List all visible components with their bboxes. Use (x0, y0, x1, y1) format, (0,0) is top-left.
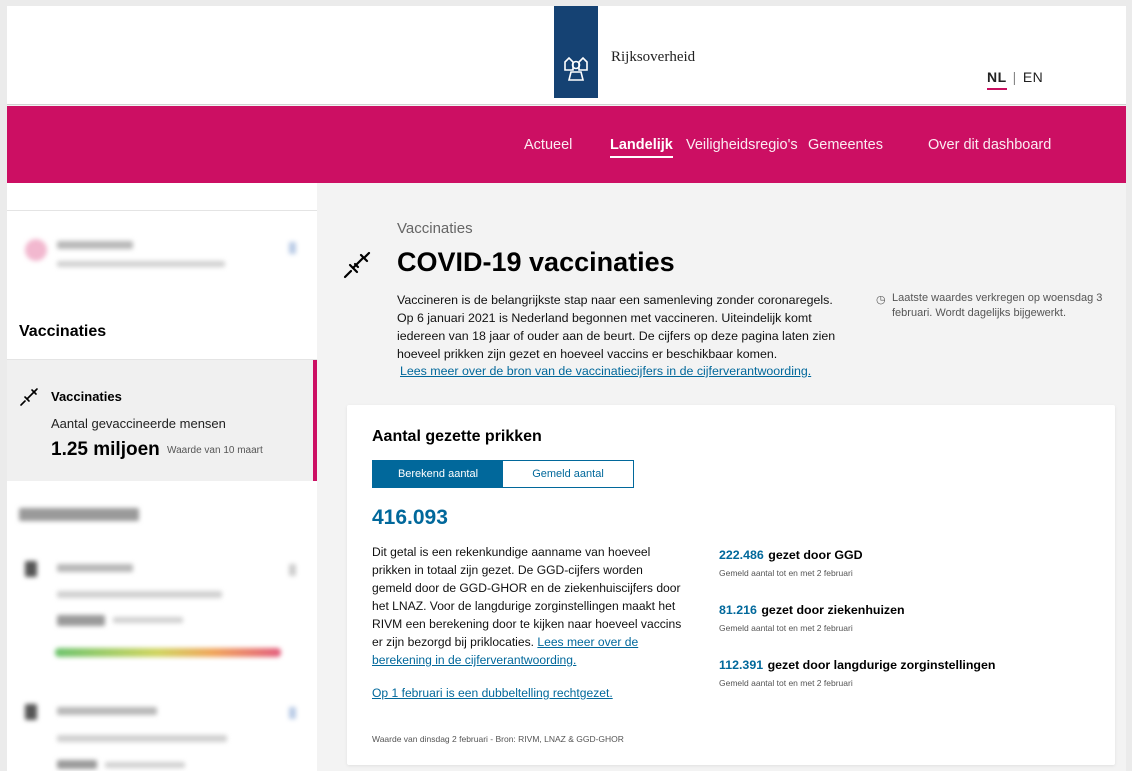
chevron-right-icon (289, 707, 296, 719)
placeholder-icon (25, 561, 37, 577)
nav-over-dashboard[interactable]: Over dit dashboard (928, 137, 1051, 153)
stat-hospitals: 81.216 gezet door ziekenhuizen Gemeld aa… (719, 601, 905, 633)
placeholder-heading (19, 508, 139, 521)
sidebar-item-vaccinaties[interactable]: Vaccinaties Aantal gevaccineerde mensen … (7, 360, 317, 481)
chevron-right-icon (289, 564, 296, 576)
tab-reported[interactable]: Gemeld aantal (503, 461, 633, 487)
source-note: Waarde van dinsdag 2 februari - Bron: RI… (372, 734, 624, 744)
stat-value: 222.486 (719, 548, 764, 562)
sidebar-item-subtitle: Aantal gevaccineerde mensen (51, 416, 226, 431)
placeholder-bar (57, 707, 157, 715)
stat-sub: Gemeld aantal tot en met 2 februari (719, 568, 853, 578)
chevron-right-icon (289, 242, 296, 254)
last-updated-text: Laatste waardes verkregen op woensdag 3 … (892, 292, 1103, 319)
clock-icon: ◷ (876, 294, 886, 306)
nav-veiligheidsregios[interactable]: Veiligheidsregio's (686, 137, 798, 153)
sidebar: Vaccinaties Vaccinaties Aantal gevaccine… (7, 183, 317, 771)
placeholder-icon (25, 704, 37, 720)
stat-label: gezet door ziekenhuizen (761, 603, 905, 617)
stat-sub: Gemeld aantal tot en met 2 februari (719, 678, 853, 688)
card-description: Dit getal is een rekenkundige aanname va… (372, 543, 682, 669)
dashboard-frame: Rijksoverheid NL | EN Actueel Landelijk Ve… (7, 6, 1126, 771)
syringe-icon (343, 251, 371, 279)
breadcrumb: Vaccinaties (397, 220, 473, 237)
placeholder-bar (57, 615, 105, 626)
syringe-icon (20, 388, 38, 406)
main-nav: Actueel Landelijk Veiligheidsregio's Gem… (7, 106, 1126, 183)
sidebar-item-value: 1.25 miljoen (51, 439, 160, 460)
tab-calculated[interactable]: Berekend aantal (373, 461, 503, 487)
injections-card: Aantal gezette prikken Berekend aantal G… (347, 405, 1115, 765)
stat-care-institutions: 112.391 gezet door langdurige zorginstel… (719, 656, 995, 688)
site-header: Rijksoverheid NL | EN (7, 6, 1126, 105)
sidebar-section-title: Vaccinaties (19, 323, 107, 340)
nav-actueel[interactable]: Actueel (524, 137, 572, 153)
placeholder-bar (57, 261, 225, 267)
placeholder-bar (113, 617, 183, 623)
placeholder-bar (57, 735, 227, 742)
stat-ggd: 222.486 gezet door GGD Gemeld aantal tot… (719, 546, 863, 578)
lang-en-link[interactable]: EN (1023, 69, 1043, 85)
stat-value: 81.216 (719, 603, 757, 617)
card-title: Aantal gezette prikken (372, 428, 542, 445)
stat-value: 112.391 (719, 658, 764, 672)
description-text: Dit getal is een rekenkundige aanname va… (372, 545, 682, 649)
rijksoverheid-logo-icon[interactable] (554, 6, 598, 98)
count-toggle: Berekend aantal Gemeld aantal (372, 460, 634, 488)
page-title: COVID-19 vaccinaties (397, 247, 675, 277)
nav-landelijk[interactable]: Landelijk (610, 137, 673, 158)
lang-separator: | (1012, 69, 1017, 85)
placeholder-bar (105, 762, 185, 768)
stat-label: gezet door GGD (768, 548, 863, 562)
status-dot (25, 239, 47, 261)
placeholder-bar (57, 591, 222, 598)
source-link[interactable]: Lees meer over de bron van de vaccinatie… (400, 364, 811, 378)
placeholder-bar (57, 564, 133, 572)
gradient-bar (55, 648, 281, 657)
placeholder-bar (57, 241, 133, 249)
double-count-link[interactable]: Op 1 februari is een dubbeltelling recht… (372, 686, 613, 700)
intro-text: Vaccineren is de belangrijkste stap naar… (397, 293, 836, 361)
sidebar-item-value-note: Waarde van 10 maart (167, 445, 263, 456)
stat-sub: Gemeld aantal tot en met 2 februari (719, 623, 853, 633)
total-injections-value: 416.093 (372, 506, 448, 529)
sidebar-item-title: Vaccinaties (51, 389, 122, 404)
logo-text: Rijksoverheid (611, 49, 696, 65)
nav-gemeentes[interactable]: Gemeentes (808, 137, 883, 153)
placeholder-bar (57, 760, 97, 769)
lang-nl-link[interactable]: NL (987, 69, 1007, 90)
divider (7, 210, 317, 211)
stat-label: gezet door langdurige zorginstellingen (767, 658, 996, 672)
language-switch: NL | EN (987, 69, 1043, 90)
